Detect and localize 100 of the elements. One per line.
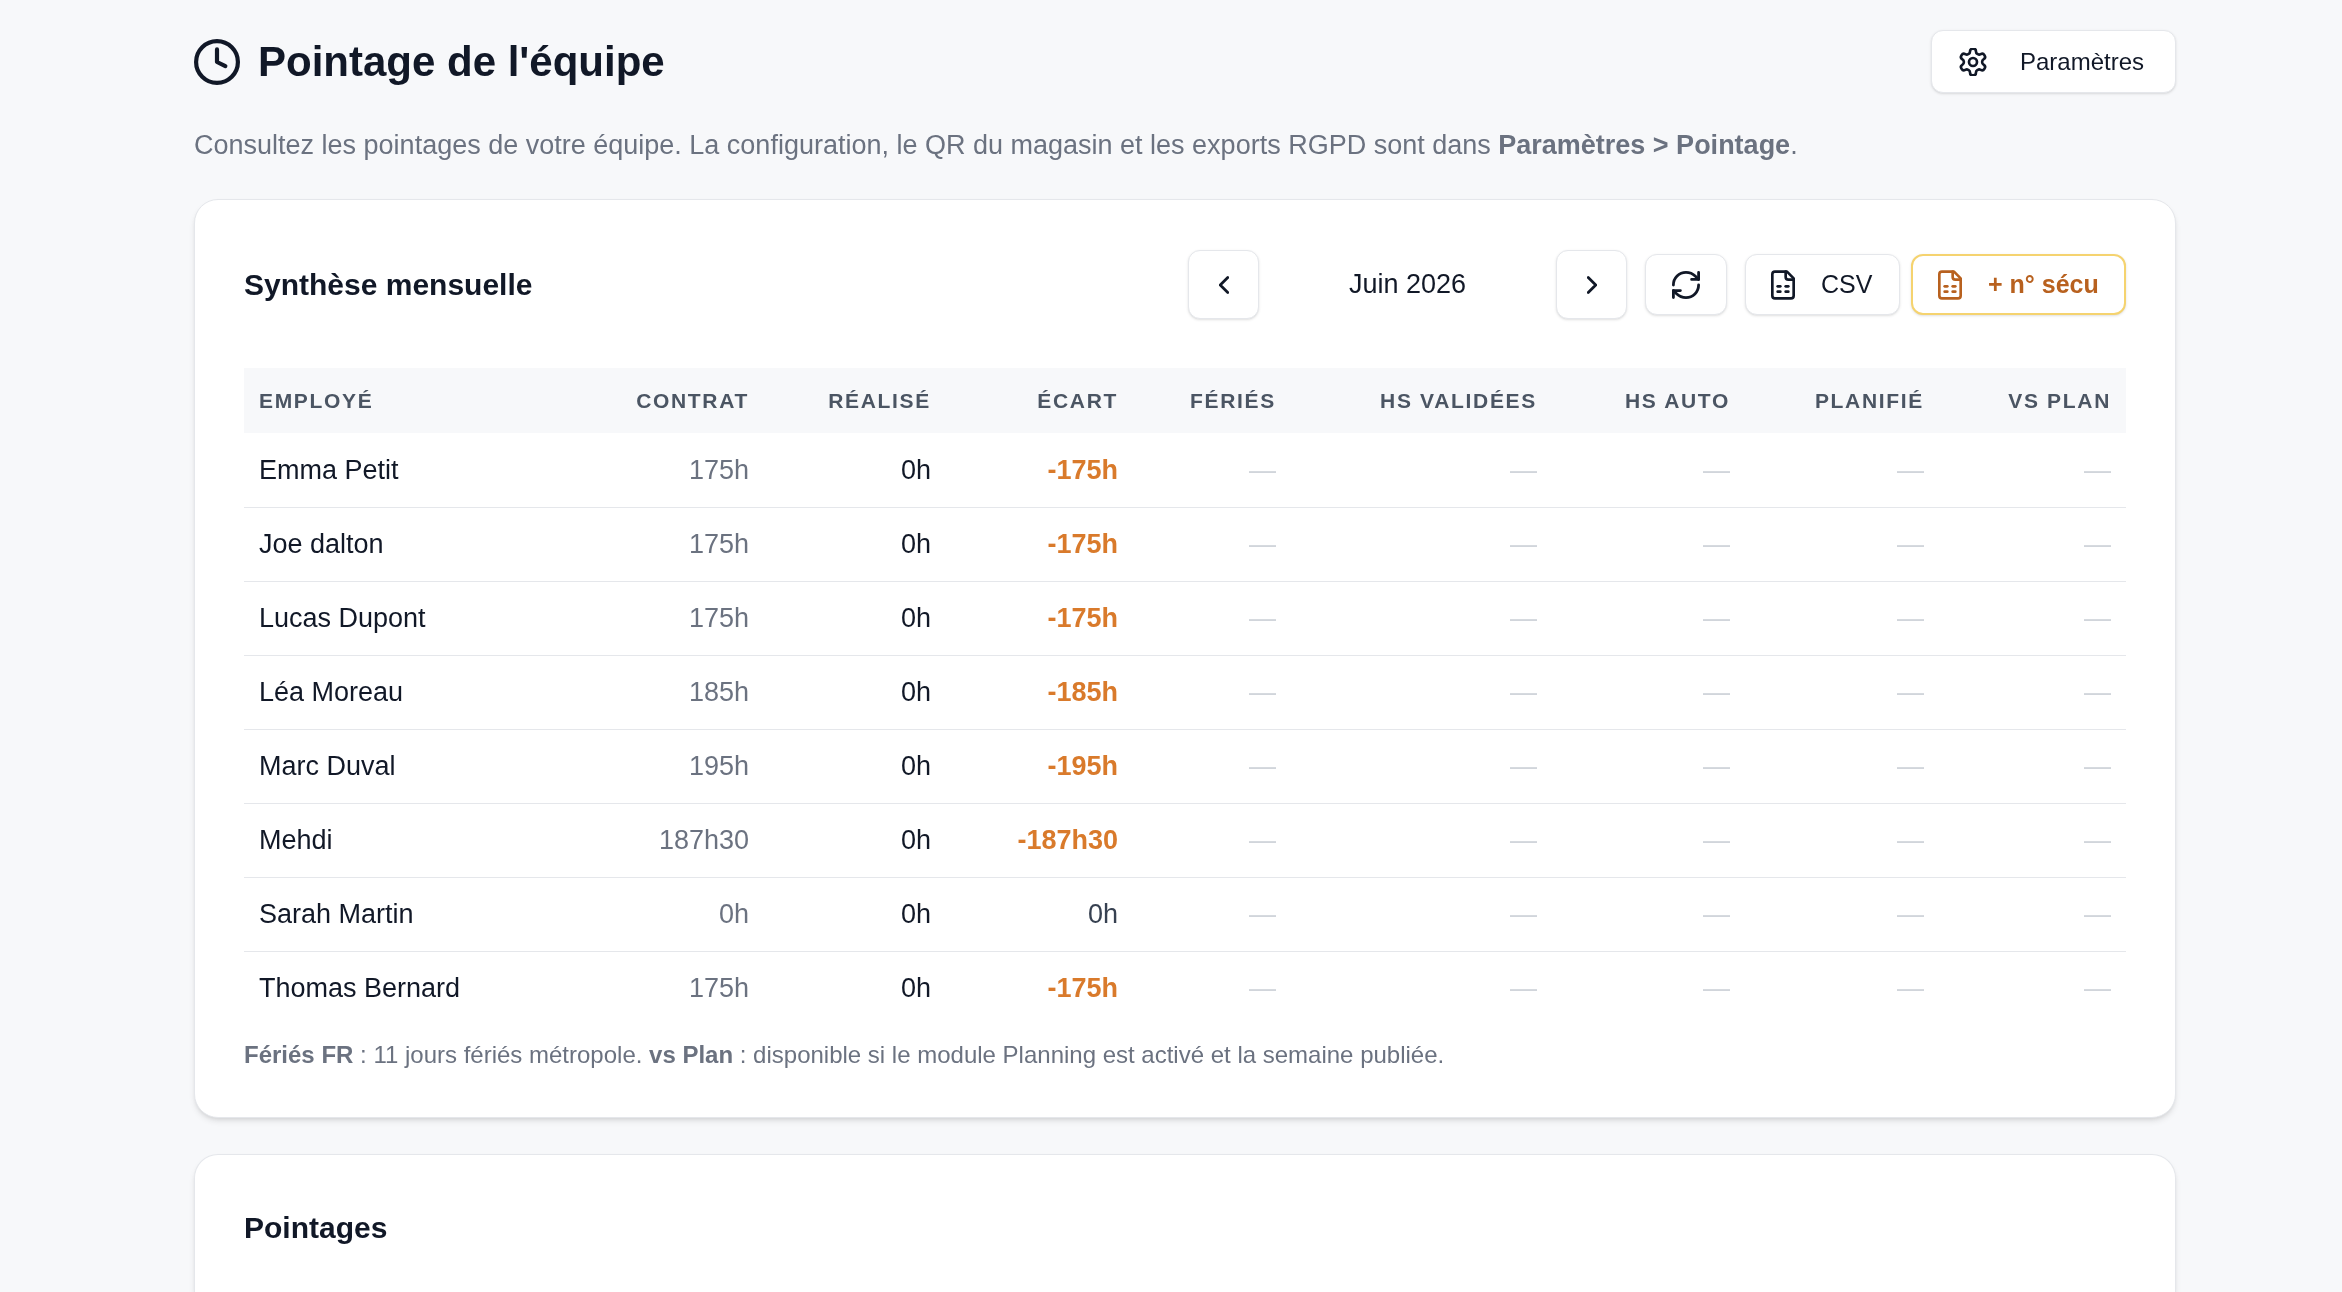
next-month-button[interactable]: [1556, 250, 1627, 319]
table-cell: 0h: [764, 433, 946, 507]
gap-cell: -185h: [946, 655, 1133, 729]
empty-cell: —: [1552, 507, 1745, 581]
settings-icon: [1959, 47, 1987, 76]
table-cell: 185h: [584, 655, 764, 729]
empty-cell: —: [1291, 951, 1552, 1025]
employee-name: Thomas Bernard: [244, 951, 584, 1025]
column-header: HS VALIDÉES: [1291, 368, 1552, 433]
employee-name: Sarah Martin: [244, 877, 584, 951]
empty-cell: —: [1552, 951, 1745, 1025]
refresh-icon: [1672, 270, 1700, 299]
table-cell: 0h: [764, 803, 946, 877]
employee-name: Joe dalton: [244, 507, 584, 581]
empty-cell: —: [1939, 729, 2126, 803]
empty-cell: —: [1939, 951, 2126, 1025]
gap-cell: -175h: [946, 433, 1133, 507]
page-description: Consultez les pointages de votre équipe. La configuration, le QR du magasin et les exports RGPD sont dans Paramètres > Pointage.: [194, 129, 1799, 162]
month-label: Juin 2026: [1347, 268, 1468, 302]
table-cell: 0h: [764, 877, 946, 951]
table-cell: 187h30: [584, 803, 764, 877]
settings-button[interactable]: Paramètres: [1931, 30, 2176, 93]
empty-cell: —: [1552, 655, 1745, 729]
column-header: ÉCART: [946, 368, 1133, 433]
empty-cell: —: [1133, 433, 1291, 507]
empty-cell: —: [1552, 877, 1745, 951]
spreadsheet-file-icon: [1771, 269, 1795, 300]
empty-cell: —: [1552, 803, 1745, 877]
empty-cell: —: [1291, 803, 1552, 877]
table-cell: 0h: [764, 951, 946, 1025]
empty-cell: —: [1745, 951, 1939, 1025]
empty-cell: —: [1939, 433, 2126, 507]
empty-cell: —: [1745, 507, 1939, 581]
export-button[interactable]: + n° sécu: [1911, 254, 2126, 315]
table-cell: 195h: [584, 729, 764, 803]
table-cell: 175h: [584, 581, 764, 655]
column-header: CONTRAT: [584, 368, 764, 433]
column-header: EMPLOYÉ: [244, 368, 584, 433]
table-footnote: Fériés FR : 11 jours fériés métropole. vs Plan : disponible si le module Planning est activé et la semaine publiée.: [244, 1040, 1446, 1070]
empty-cell: —: [1552, 581, 1745, 655]
empty-cell: —: [1552, 729, 1745, 803]
empty-cell: —: [1552, 433, 1745, 507]
table-cell: 0h: [764, 581, 946, 655]
card-title: Pointages: [244, 1210, 389, 1246]
empty-cell: —: [1133, 729, 1291, 803]
gap-cell: 0h: [946, 877, 1133, 951]
clock-icon: [194, 38, 240, 85]
table-cell: 175h: [584, 951, 764, 1025]
previous-month-button[interactable]: [1188, 250, 1259, 319]
card-title: Synthèse mensuelle: [244, 267, 533, 303]
empty-cell: —: [1133, 877, 1291, 951]
table-cell: 175h: [584, 507, 764, 581]
empty-cell: —: [1291, 877, 1552, 951]
gap-cell: -175h: [946, 581, 1133, 655]
employee-name: Lucas Dupont: [244, 581, 584, 655]
gap-cell: -175h: [946, 951, 1133, 1025]
table-cell: 175h: [584, 433, 764, 507]
column-header: VS PLAN: [1939, 368, 2126, 433]
column-header: PLANIFIÉ: [1745, 368, 1939, 433]
gap-cell: -187h30: [946, 803, 1133, 877]
employee-name: Marc Duval: [244, 729, 584, 803]
employee-name: Léa Moreau: [244, 655, 584, 729]
empty-cell: —: [1939, 877, 2126, 951]
empty-cell: —: [1939, 507, 2126, 581]
empty-cell: —: [1291, 581, 1552, 655]
empty-cell: —: [1939, 803, 2126, 877]
column-header: RÉALISÉ: [764, 368, 946, 433]
empty-cell: —: [1133, 581, 1291, 655]
empty-cell: —: [1291, 729, 1552, 803]
empty-cell: —: [1745, 877, 1939, 951]
empty-cell: —: [1745, 803, 1939, 877]
empty-cell: —: [1133, 951, 1291, 1025]
export-button[interactable]: CSV: [1745, 254, 1900, 315]
gap-cell: -195h: [946, 729, 1133, 803]
empty-cell: —: [1133, 803, 1291, 877]
empty-cell: —: [1133, 507, 1291, 581]
gap-cell: -175h: [946, 507, 1133, 581]
empty-cell: —: [1291, 655, 1552, 729]
column-header: FÉRIÉS: [1133, 368, 1291, 433]
empty-cell: —: [1745, 581, 1939, 655]
empty-cell: —: [1745, 729, 1939, 803]
table-cell: 0h: [764, 729, 946, 803]
empty-cell: —: [1939, 655, 2126, 729]
empty-cell: —: [1291, 507, 1552, 581]
empty-cell: —: [1745, 433, 1939, 507]
chevron-right-icon: [1586, 274, 1597, 295]
employee-name: Emma Petit: [244, 433, 584, 507]
empty-cell: —: [1745, 655, 1939, 729]
column-header: HS AUTO: [1552, 368, 1745, 433]
spreadsheet-file-icon: [1938, 269, 1962, 300]
refresh-button[interactable]: [1645, 254, 1727, 315]
empty-cell: —: [1133, 655, 1291, 729]
employee-name: Mehdi: [244, 803, 584, 877]
chevron-left-icon: [1218, 274, 1229, 295]
table-cell: 0h: [764, 507, 946, 581]
empty-cell: —: [1291, 433, 1552, 507]
table-cell: 0h: [764, 655, 946, 729]
table-cell: 0h: [584, 877, 764, 951]
empty-cell: —: [1939, 581, 2126, 655]
page-title: Pointage de l'équipe: [258, 36, 665, 87]
